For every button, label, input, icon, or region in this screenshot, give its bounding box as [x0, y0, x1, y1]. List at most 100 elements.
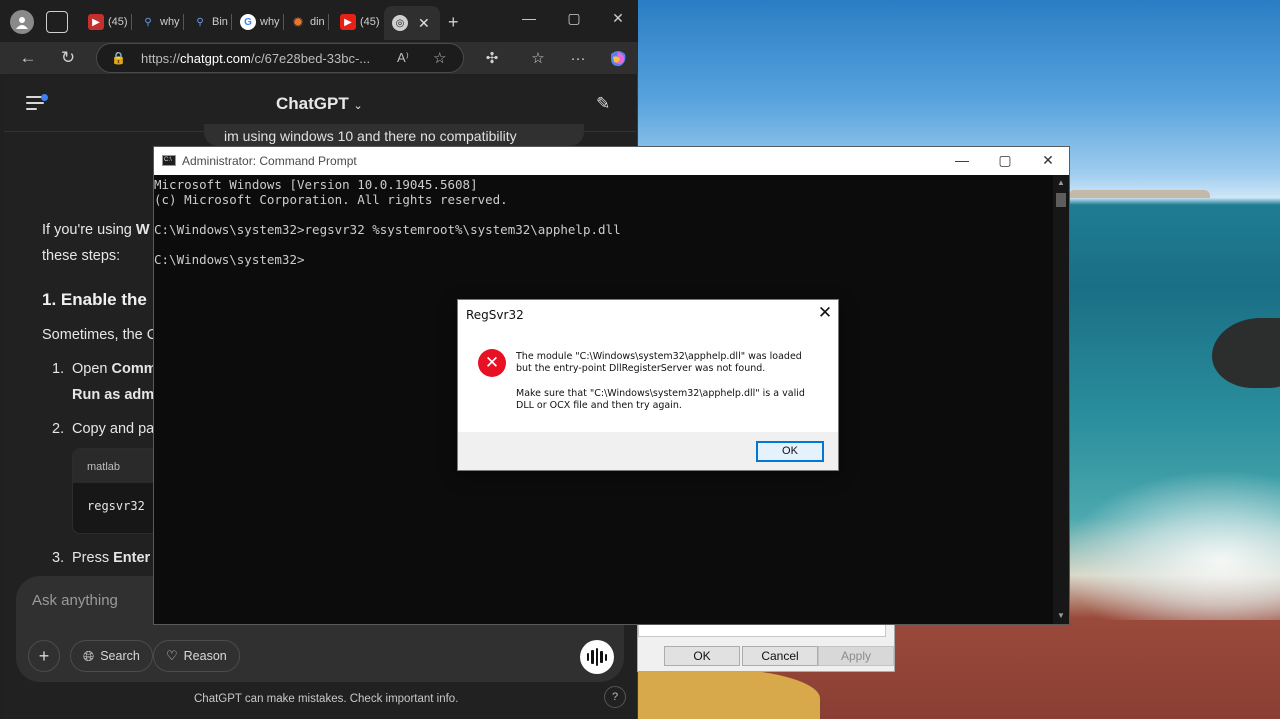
minimize-icon[interactable]: —	[951, 152, 973, 168]
maximize-icon[interactable]: ▢	[563, 10, 585, 27]
back-icon[interactable]: ←	[18, 48, 38, 68]
step-bold: Enter	[113, 550, 151, 566]
properties-dialog: OK Cancel Apply	[637, 622, 895, 672]
wallpaper-island	[1070, 190, 1210, 198]
read-aloud-icon[interactable]: A⁾	[397, 50, 409, 66]
intro-text: If you're using	[42, 222, 136, 238]
console-output[interactable]: Microsoft Windows [Version 10.0.19045.56…	[154, 177, 1054, 267]
globe-icon: 🌐︎	[83, 647, 95, 664]
reason-button[interactable]: ♡ Reason	[153, 640, 240, 672]
scroll-up-icon[interactable]: ▲	[1053, 178, 1069, 187]
search-label: Search	[100, 649, 140, 663]
console-line: C:\Windows\system32>	[154, 252, 305, 267]
copilot-icon[interactable]	[608, 48, 628, 68]
attach-plus-button[interactable]: +	[28, 640, 60, 672]
profile-avatar-icon[interactable]	[10, 10, 34, 34]
more-menu-icon[interactable]: ···	[568, 48, 588, 68]
properties-ok-button[interactable]: OK	[664, 646, 740, 666]
step-bold: Run as admi	[72, 387, 159, 403]
chatgpt-tab-icon: ◎	[392, 15, 408, 31]
gear-tab-icon: ✹	[292, 13, 304, 30]
minimize-icon[interactable]: —	[518, 10, 540, 26]
cmd-title: Administrator: Command Prompt	[182, 154, 357, 168]
tab-chatgpt-active[interactable]: ◎ ✕	[384, 6, 440, 40]
model-selector[interactable]: ChatGPT ⌄	[276, 94, 363, 114]
maximize-icon[interactable]: ▢	[994, 152, 1016, 169]
tab-label: why	[260, 16, 280, 28]
wallpaper-surf	[1060, 470, 1280, 620]
browser-toolbar: ← ↻ 🔒 https://chatgpt.com/c/67e28bed-33b…	[0, 42, 638, 74]
tab-din[interactable]: ✹ din	[290, 8, 329, 36]
message-line: The module "C:\Windows\system32\apphelp.…	[516, 351, 802, 362]
error-message-1: The module "C:\Windows\system32\apphelp.…	[516, 351, 802, 375]
step-2-text: Copy and pa	[72, 421, 155, 437]
step-number: 3.	[52, 550, 65, 566]
tab-label: why	[160, 16, 180, 28]
close-window-icon[interactable]: ✕	[607, 10, 629, 27]
step-3-text: Press Enter a	[72, 550, 162, 566]
step-1-text-2: Run as admi	[72, 387, 158, 403]
close-tab-icon[interactable]: ✕	[418, 15, 430, 32]
lightbulb-icon: ♡	[166, 648, 178, 663]
section-heading: 1. Enable the	[42, 290, 147, 309]
address-path: /c/67e28bed-33bc-...	[250, 50, 371, 66]
step-1-text: Open Comm	[72, 361, 157, 377]
cmd-title-bar[interactable]: C:\ Administrator: Command Prompt — ▢ ✕	[154, 147, 1069, 175]
tab-search-why[interactable]: ⚲ why	[140, 8, 184, 36]
error-icon: ✕	[478, 349, 506, 377]
ok-button[interactable]: OK	[756, 441, 824, 462]
new-chat-icon[interactable]: ✎	[596, 94, 616, 114]
new-tab-icon[interactable]: +	[448, 12, 459, 33]
cmd-scrollbar[interactable]: ▲ ▼	[1053, 175, 1069, 624]
address-host: chatgpt.com	[180, 50, 251, 66]
favorite-star-icon[interactable]: ☆	[433, 49, 446, 67]
tab-actions-icon[interactable]	[46, 11, 68, 33]
voice-mode-button[interactable]	[580, 640, 614, 674]
message-line: DLL or OCX file and then try again.	[516, 400, 682, 411]
error-message-2: Make sure that "C:\Windows\system32\apph…	[516, 388, 805, 412]
assistant-intro-2: these steps:	[42, 248, 121, 264]
address-bar[interactable]: 🔒 https://chatgpt.com/c/67e28bed-33bc-..…	[96, 43, 464, 73]
extensions-icon[interactable]: ✣	[482, 48, 502, 68]
google-tab-icon: G	[240, 14, 256, 30]
dialog-footer: OK	[458, 432, 838, 470]
search-tab-icon: ⚲	[196, 16, 204, 28]
tab-label: din	[310, 16, 325, 28]
step-text: Press	[72, 550, 114, 566]
help-icon[interactable]: ?	[604, 686, 626, 708]
assistant-intro: If you're using W	[42, 222, 150, 238]
step-bold: Comm	[111, 361, 157, 377]
youtube-tab-icon: ▶	[340, 14, 356, 30]
model-title: ChatGPT	[276, 94, 349, 113]
youtube-tab-icon: ▶	[88, 14, 104, 30]
properties-apply-button[interactable]: Apply	[818, 646, 894, 666]
properties-field	[638, 623, 886, 637]
address-prefix: https://	[141, 50, 181, 66]
favorites-icon[interactable]: ☆	[528, 48, 548, 68]
tab-google-why[interactable]: G why	[240, 8, 284, 36]
scroll-down-icon[interactable]: ▼	[1053, 611, 1069, 620]
console-line: C:\Windows\system32>regsvr32 %systemroot…	[154, 222, 621, 237]
tab-youtube-2[interactable]: ▶ (45)	[340, 8, 380, 36]
step-number: 2.	[52, 421, 65, 437]
regsvr32-dialog: RegSvr32 ✕ ✕ The module "C:\Windows\syst…	[457, 299, 839, 471]
console-icon: C:\	[162, 155, 176, 166]
properties-cancel-button[interactable]: Cancel	[742, 646, 818, 666]
tab-youtube-1[interactable]: ▶ (45)	[88, 8, 132, 36]
tab-label: Bin	[212, 16, 228, 28]
close-window-icon[interactable]: ✕	[1037, 152, 1059, 169]
console-line: (c) Microsoft Corporation. All rights re…	[154, 192, 508, 207]
scroll-thumb[interactable]	[1056, 193, 1066, 207]
search-button[interactable]: 🌐︎ Search	[70, 640, 153, 672]
reason-label: Reason	[183, 649, 227, 663]
tab-search-bing[interactable]: ⚲ Bin	[192, 8, 232, 36]
lock-icon: 🔒	[111, 51, 126, 65]
step-text: Open	[72, 361, 112, 377]
message-line: Make sure that "C:\Windows\system32\apph…	[516, 388, 805, 399]
close-icon[interactable]: ✕	[814, 303, 836, 323]
sidebar-toggle-icon[interactable]	[26, 94, 48, 110]
refresh-icon[interactable]: ↻	[58, 48, 78, 68]
prompt-input[interactable]: Ask anything	[32, 592, 118, 609]
